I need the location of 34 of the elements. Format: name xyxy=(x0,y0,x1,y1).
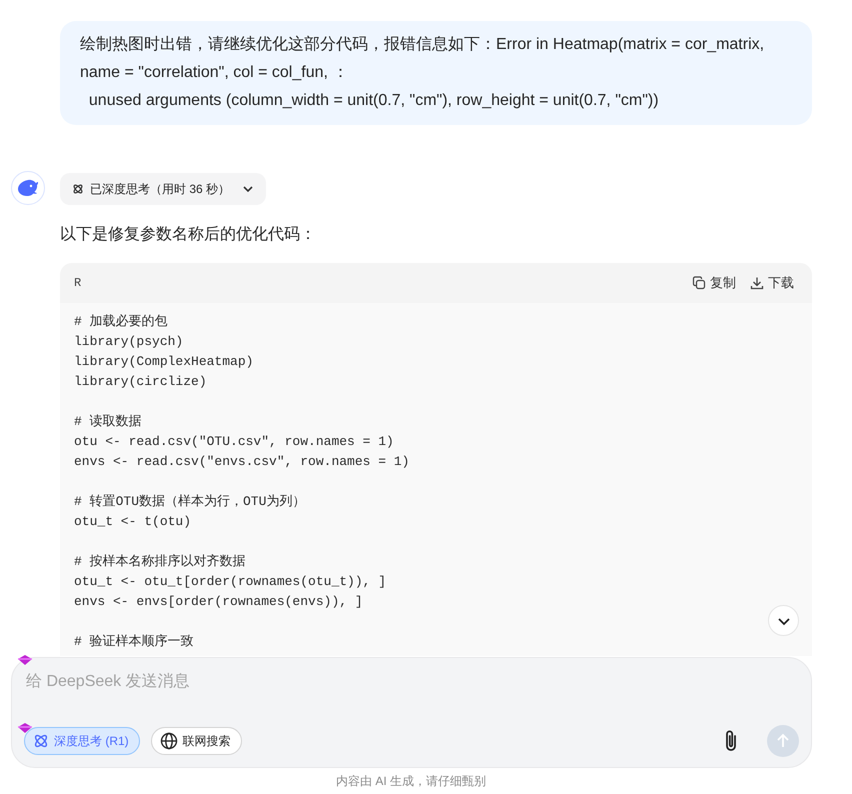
whale-logo-icon xyxy=(11,171,45,205)
atom-icon xyxy=(33,733,49,749)
web-search-toggle[interactable]: 联网搜索 xyxy=(150,727,242,755)
message-text: 绘制热图时出错，请继续优化这部分代码，报错信息如下：Error in Heatmap(matrix = cor_matrix, xyxy=(80,34,766,55)
code-line: # 加载必要的包 xyxy=(74,313,169,331)
thinking-toggle[interactable]: 已深度思考（用时 36 秒） xyxy=(60,173,266,205)
download-button[interactable]: 下载 xyxy=(750,274,794,292)
code-line: otu <- read.csv("OTU.csv", row.names = 1) xyxy=(74,433,395,451)
code-line: envs <- envs[order(rownames(envs)), ] xyxy=(74,593,364,611)
code-line: library(ComplexHeatmap) xyxy=(74,353,254,371)
code-line: envs <- read.csv("envs.csv", row.names = 1) xyxy=(74,453,410,471)
disclaimer-text: 内容由 AI 生成，请仔细甄别 xyxy=(334,774,487,788)
deep-think-toggle[interactable]: 深度思考 (R1) xyxy=(24,727,140,755)
code-line: # 验证样本顺序一致 xyxy=(74,633,195,651)
code-line: # 转置OTU数据（样本为行，OTU为列） xyxy=(74,493,306,511)
message-text: name = "correlation", col = col_fun, ： xyxy=(80,63,350,83)
arrow-up-icon xyxy=(775,733,791,749)
gem-icon xyxy=(17,654,33,666)
answer-text: 以下是修复参数名称后的优化代码： xyxy=(60,225,317,245)
code-line: library(circlize) xyxy=(74,373,208,391)
message-text: unused arguments (column_width = unit(0.7, "cm"), row_height = unit(0.7, "cm")) xyxy=(88,91,660,111)
copy-button[interactable]: 复制 xyxy=(692,274,736,292)
code-line: # 读取数据 xyxy=(74,413,143,431)
download-icon xyxy=(750,276,764,290)
message-input[interactable]: 给 DeepSeek 发送消息 xyxy=(24,670,628,694)
globe-icon xyxy=(160,732,178,750)
code-line: library(psych) xyxy=(74,333,184,351)
copy-icon xyxy=(692,276,706,290)
code-language: R xyxy=(74,276,82,290)
code-line: otu_t <- t(otu) xyxy=(74,513,192,531)
code-line: otu_t <- otu_t[order(rownames(otu_t)), ] xyxy=(74,573,388,591)
code-line: # 按样本名称排序以对齐数据 xyxy=(74,553,247,571)
gem-icon xyxy=(17,722,33,734)
atom-icon xyxy=(72,183,84,195)
